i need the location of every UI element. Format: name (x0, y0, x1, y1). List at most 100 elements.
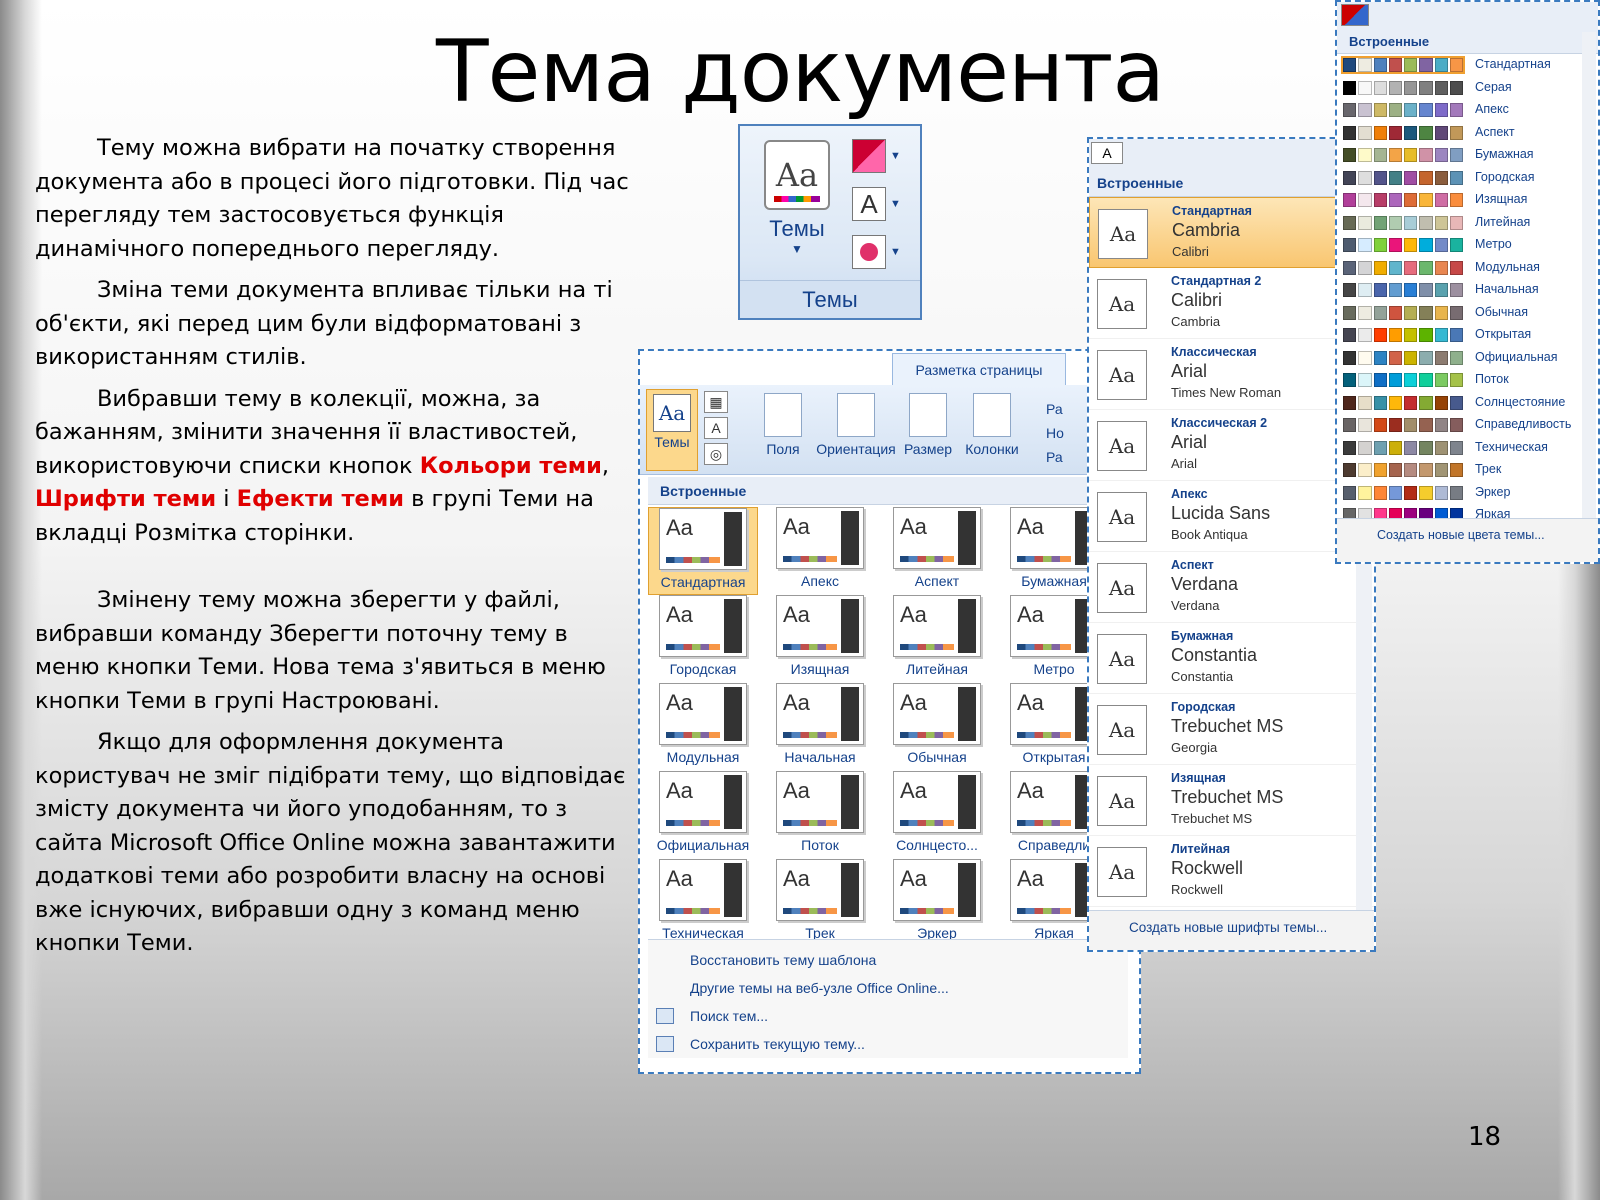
theme-thumbnail[interactable]: Aa Изящная (765, 595, 875, 683)
theme-fonts-mini-button[interactable]: A (704, 417, 728, 439)
color-swatch (1343, 238, 1357, 252)
theme-fonts-button[interactable]: A ▼ (852, 186, 906, 222)
color-swatch (1434, 238, 1448, 252)
color-scheme-item[interactable]: Аспект (1337, 122, 1598, 145)
theme-effects-mini-button[interactable]: ◎ (704, 443, 728, 465)
color-swatches (1343, 463, 1463, 477)
themes-group-label: Темы (740, 280, 920, 318)
create-new-theme-colors[interactable]: Создать новые цвета темы... (1337, 518, 1598, 562)
theme-fonts-button[interactable]: A (1091, 142, 1123, 164)
theme-colors-button[interactable]: ▼ (852, 138, 906, 174)
color-scheme-item[interactable]: Трек (1337, 459, 1598, 482)
font-scheme-item[interactable]: Aa Аспект Verdana Verdana (1089, 552, 1374, 623)
columns-button[interactable]: Колонки (958, 393, 1026, 457)
color-swatch (1449, 463, 1463, 477)
save-current-theme[interactable]: Сохранить текущую тему... (648, 1030, 1128, 1058)
theme-thumbnail[interactable]: Aa Стандартная (648, 507, 758, 595)
color-scheme-item[interactable]: Поток (1337, 369, 1598, 392)
color-swatch (1358, 170, 1372, 185)
font-scheme-item[interactable]: Aa Стандартная 2 Calibri Cambria (1089, 268, 1374, 339)
theme-thumbnail[interactable]: Aa Эркер (882, 859, 992, 947)
color-scheme-item[interactable]: Эркер (1337, 482, 1598, 505)
font-scheme-item[interactable]: Aa Бумажная Constantia Constantia (1089, 623, 1374, 694)
browse-themes[interactable]: Поиск тем... (648, 1002, 1128, 1030)
color-swatch (1434, 58, 1448, 72)
theme-thumbnail[interactable]: Aa Апекс (765, 507, 875, 595)
font-scheme-name: Стандартная 2 (1171, 274, 1262, 288)
color-swatch (1343, 103, 1357, 117)
cut-label-1[interactable]: Ра (1046, 397, 1064, 421)
color-swatch (1404, 238, 1418, 252)
size-button[interactable]: Размер (900, 393, 956, 457)
color-scheme-item[interactable]: Городская (1337, 167, 1598, 190)
font-scheme-item[interactable]: Aa Классическая 2 Arial Arial (1089, 410, 1374, 481)
color-scheme-item[interactable]: Бумажная (1337, 144, 1598, 167)
color-swatch (1358, 485, 1372, 500)
theme-thumbnail[interactable]: Aa Солнцесто... (882, 771, 992, 859)
gallery-themes-button[interactable]: Aa Темы (646, 389, 698, 471)
theme-thumbnail[interactable]: Aa Техническая (648, 859, 758, 947)
theme-thumbnail[interactable]: Aa Литейная (882, 595, 992, 683)
columns-icon (973, 393, 1011, 437)
cut-label-2[interactable]: Но (1046, 421, 1064, 445)
font-scheme-item[interactable]: Aa Городская Trebuchet MS Georgia (1089, 694, 1374, 765)
color-scheme-item[interactable]: Начальная (1337, 279, 1598, 302)
more-themes-online[interactable]: Другие темы на веб-узле Office Online... (648, 974, 1128, 1002)
color-scheme-item[interactable]: Изящная (1337, 189, 1598, 212)
color-swatch (1434, 440, 1448, 455)
font-scheme-item[interactable]: Aa Стандартная Cambria Calibri (1089, 197, 1374, 268)
orientation-button[interactable]: Ориентация (814, 393, 898, 457)
color-swatch (1358, 440, 1372, 455)
font-scheme-name: Классическая (1171, 345, 1257, 359)
font-scheme-item[interactable]: Aa Классическая Arial Times New Roman (1089, 339, 1374, 410)
theme-effects-icon (852, 235, 886, 269)
font-body-name: Verdana (1171, 598, 1220, 613)
tab-page-layout[interactable]: Разметка страницы (892, 353, 1066, 385)
theme-thumbnail[interactable]: Aa Модульная (648, 683, 758, 771)
color-scheme-item[interactable]: Апекс (1337, 99, 1598, 122)
color-swatch (1434, 418, 1448, 432)
cut-label-3[interactable]: Ра (1046, 445, 1064, 469)
color-scheme-item[interactable]: Солнцестояние (1337, 392, 1598, 415)
color-scheme-item[interactable]: Открытая (1337, 324, 1598, 347)
color-swatch (1388, 103, 1402, 117)
font-scheme-item[interactable]: Aa Изящная Trebuchet MS Trebuchet MS (1089, 765, 1374, 836)
color-scheme-item[interactable]: Справедливость (1337, 414, 1598, 437)
theme-effects-button[interactable]: ▼ (852, 234, 906, 270)
theme-thumbnail[interactable]: Aa Начальная (765, 683, 875, 771)
themes-button[interactable]: Aa Темы ▼ (764, 140, 830, 266)
color-scheme-item[interactable]: Обычная (1337, 302, 1598, 325)
theme-thumbnail[interactable]: Aa Официальная (648, 771, 758, 859)
theme-thumbnail[interactable]: Aa Поток (765, 771, 875, 859)
theme-thumbnail[interactable]: Aa Аспект (882, 507, 992, 595)
color-swatch (1373, 283, 1387, 297)
color-swatch (1449, 148, 1463, 162)
color-scheme-item[interactable]: Серая (1337, 77, 1598, 100)
theme-preview-icon: Aa (659, 771, 747, 833)
color-scheme-item[interactable]: Стандартная (1337, 54, 1598, 77)
color-scheme-item[interactable]: Литейная (1337, 212, 1598, 235)
color-scheme-item[interactable]: Модульная (1337, 257, 1598, 280)
chevron-down-icon: ▼ (791, 242, 803, 256)
margins-button[interactable]: Поля (758, 393, 808, 457)
theme-thumbnail[interactable]: Aa Трек (765, 859, 875, 947)
color-swatch (1343, 260, 1357, 275)
p3-text-c: і (216, 486, 237, 512)
color-scheme-item[interactable]: Техническая (1337, 437, 1598, 460)
theme-thumbnail[interactable]: Aa Городская (648, 595, 758, 683)
theme-thumbnail[interactable]: Aa Обычная (882, 683, 992, 771)
restore-template-theme[interactable]: Восстановить тему шаблона (648, 946, 1128, 974)
color-swatch (1358, 80, 1372, 95)
theme-thumbnail-label: Официальная (656, 837, 750, 853)
color-scheme-item[interactable]: Официальная (1337, 347, 1598, 370)
color-scheme-name: Открытая (1475, 327, 1532, 341)
theme-colors-mini-button[interactable]: ▦ (704, 391, 728, 413)
color-scheme-item[interactable]: Метро (1337, 234, 1598, 257)
create-new-theme-fonts[interactable]: Создать новые шрифты темы... (1089, 910, 1374, 950)
font-scheme-item[interactable]: Aa Апекс Lucida Sans Book Antiqua (1089, 481, 1374, 552)
font-scheme-item[interactable]: Aa Литейная Rockwell Rockwell (1089, 836, 1374, 907)
color-scheme-name: Апекс (1475, 102, 1509, 116)
theme-colors-button[interactable] (1341, 4, 1369, 26)
colors-scrollbar[interactable] (1582, 32, 1596, 518)
color-swatch (1358, 125, 1372, 140)
